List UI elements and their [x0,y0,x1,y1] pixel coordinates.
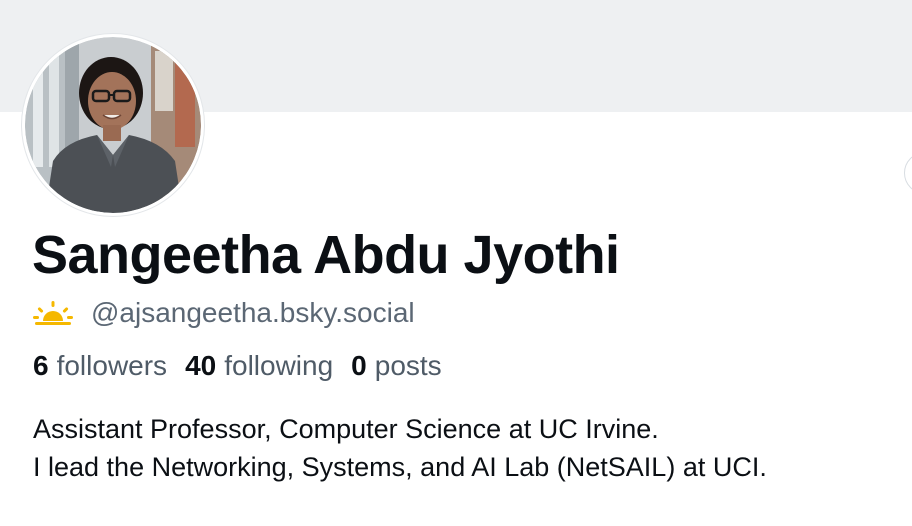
posts-count: 0 [351,350,367,381]
sun-icon [33,301,73,325]
posts-stat: 0 posts [351,350,442,382]
handle-row: @ajsangeetha.bsky.social [33,296,415,330]
edge-button[interactable] [904,152,912,194]
following-count: 40 [185,350,217,381]
avatar-photo [25,37,201,213]
following-stat[interactable]: 40 following [185,350,333,382]
profile-page: Sangeetha Abdu Jyothi @ajsangeetha.bsky.… [0,0,912,526]
followers-label: followers [56,350,168,381]
avatar[interactable] [22,34,204,216]
followers-stat[interactable]: 6 followers [33,350,167,382]
bio-line-1: Assistant Professor, Computer Science at… [33,414,659,444]
display-name: Sangeetha Abdu Jyothi [32,225,620,285]
profile-stats: 6 followers 40 following 0 posts [33,350,460,382]
profile-handle[interactable]: @ajsangeetha.bsky.social [91,297,415,329]
followers-count: 6 [33,350,49,381]
bio-line-2: I lead the Networking, Systems, and AI L… [33,452,767,482]
posts-label: posts [374,350,442,381]
profile-bio: Assistant Professor, Computer Science at… [33,410,767,486]
following-label: following [224,350,334,381]
